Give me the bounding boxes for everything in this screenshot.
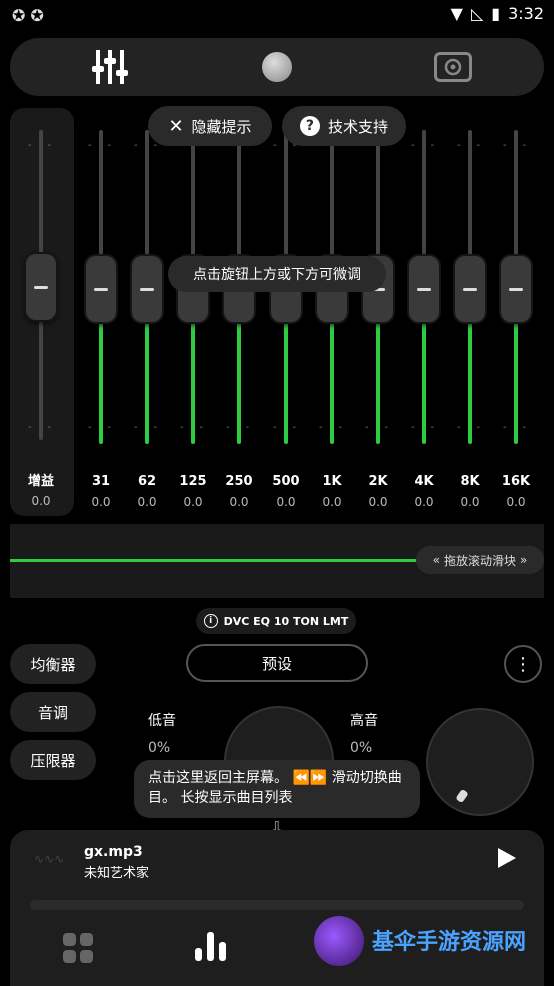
band-label: 62 bbox=[137, 474, 157, 489]
watermark-logo-icon bbox=[314, 916, 364, 966]
gain-slider-thumb[interactable] bbox=[24, 252, 58, 322]
tone-button[interactable]: 音调 bbox=[10, 692, 96, 732]
speaker-tab-icon[interactable] bbox=[434, 52, 472, 82]
band-label: 4K bbox=[414, 474, 434, 489]
track-artist: 未知艺术家 bbox=[84, 866, 150, 881]
no-sim-icon: ◺ bbox=[470, 4, 484, 23]
gain-label: 增益 bbox=[27, 474, 54, 489]
preset-button[interactable]: 预设 bbox=[186, 644, 368, 682]
fine-tune-hint: 点击旋钮上方或下方可微调 bbox=[168, 256, 386, 292]
equalizer-bars-icon[interactable] bbox=[194, 930, 228, 966]
band-label: 125 bbox=[179, 474, 207, 489]
limiter-button[interactable]: 压限器 bbox=[10, 740, 96, 780]
watermark: 基伞手游资源网 bbox=[310, 912, 554, 986]
waveform-icon: ∿∿∿ bbox=[34, 852, 65, 866]
band-value: 0.0 bbox=[368, 495, 388, 509]
status-time: 3:32 bbox=[508, 4, 544, 23]
equalizer-tab-icon[interactable] bbox=[90, 48, 130, 86]
return-home-hint[interactable]: 点击这里返回主屏幕。 ⏪⏩ 滑动切换曲目。 长按显示曲目列表 bbox=[134, 760, 420, 818]
band-slider-thumb[interactable] bbox=[453, 254, 487, 324]
band-value: 0.0 bbox=[137, 495, 157, 509]
wifi-icon: ▼ bbox=[450, 4, 463, 23]
band-label: 2K bbox=[368, 474, 388, 489]
band-label: 500 bbox=[272, 474, 300, 489]
chevrons-left-icon: « bbox=[432, 553, 440, 567]
notification-icons: ✪ ✪ bbox=[12, 6, 44, 25]
bass-value: 0% bbox=[148, 740, 171, 756]
chevrons-right-icon: » bbox=[520, 553, 528, 567]
bass-label: 低音 bbox=[148, 713, 176, 729]
band-slider-thumb[interactable] bbox=[407, 254, 441, 324]
band-value: 0.0 bbox=[229, 495, 249, 509]
equalizer-button[interactable]: 均衡器 bbox=[10, 644, 96, 684]
track-title: gx.mp3 bbox=[84, 844, 143, 860]
band-label: 1K bbox=[322, 474, 342, 489]
knob-indicator bbox=[455, 788, 469, 804]
band-value: 0.0 bbox=[414, 495, 434, 509]
band-value: 0.0 bbox=[506, 495, 526, 509]
band-label: 31 bbox=[91, 474, 111, 489]
more-options-icon[interactable]: ⋮ bbox=[504, 645, 542, 683]
band-value: 0.0 bbox=[183, 495, 203, 509]
battery-icon: ▮ bbox=[491, 4, 501, 23]
grid-icon[interactable] bbox=[62, 932, 94, 968]
band-slider-thumb[interactable] bbox=[130, 254, 164, 324]
band-label: 16K bbox=[501, 474, 531, 489]
status-icons: ▼ ◺ ▮ 3:32 bbox=[451, 4, 544, 23]
eq-curve-line bbox=[10, 559, 420, 562]
tech-support-button[interactable]: ? 技术支持 bbox=[282, 106, 406, 146]
help-icon: ? bbox=[299, 116, 320, 136]
band-slider-thumb[interactable] bbox=[499, 254, 533, 324]
knob-tab-icon[interactable] bbox=[262, 52, 292, 82]
drag-slider-hint[interactable]: « 拖放滚动滑块 » bbox=[416, 546, 544, 574]
dvc-badge[interactable]: i DVC EQ 10 TON LMT bbox=[196, 608, 356, 634]
band-slider-thumb[interactable] bbox=[84, 254, 118, 324]
close-icon: ✕ bbox=[168, 115, 184, 137]
band-value: 0.0 bbox=[91, 495, 111, 509]
info-icon: i bbox=[203, 614, 218, 628]
treble-knob[interactable] bbox=[426, 708, 534, 816]
track-progress-bar[interactable] bbox=[30, 900, 524, 910]
band-value: 0.0 bbox=[460, 495, 480, 509]
treble-label: 高音 bbox=[350, 713, 378, 729]
status-bar: ✪ ✪ ▼ ◺ ▮ 3:32 bbox=[0, 0, 554, 30]
band-value: 0.0 bbox=[276, 495, 296, 509]
top-navigation bbox=[10, 38, 544, 96]
band-label: 8K bbox=[460, 474, 480, 489]
play-icon[interactable] bbox=[496, 846, 518, 874]
band-value: 0.0 bbox=[322, 495, 342, 509]
watermark-text: 基伞手游资源网 bbox=[372, 930, 527, 955]
band-label: 250 bbox=[225, 474, 253, 489]
treble-value: 0% bbox=[350, 740, 373, 756]
hide-hints-button[interactable]: ✕ 隐藏提示 bbox=[148, 106, 272, 146]
gain-value: 0.0 bbox=[31, 494, 51, 508]
